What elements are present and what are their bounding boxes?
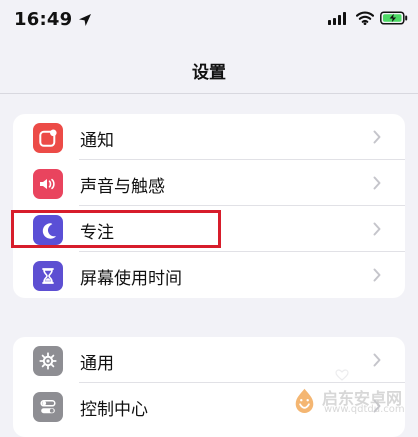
focus-highlight-box: [11, 210, 221, 248]
chevron-right-icon: [373, 130, 381, 144]
toggles-icon: [33, 392, 63, 422]
wifi-icon: [356, 11, 374, 25]
control-toggles-icon: [40, 400, 56, 414]
settings-row-label: 屏幕使用时间: [80, 269, 182, 289]
chevron-right-icon: [373, 353, 381, 367]
bell-icon: [33, 123, 63, 153]
speaker-icon: [33, 169, 63, 199]
settings-row-label: 声音与触感: [80, 177, 165, 197]
battery-icon: [380, 11, 408, 25]
settings-row-control-center[interactable]: 控制中心: [13, 383, 405, 429]
notification-badge-icon: [39, 129, 57, 147]
gear-icon: [33, 346, 63, 376]
hourglass-icon: [33, 261, 63, 291]
heart-icon: [335, 369, 349, 381]
status-icons: [328, 11, 408, 25]
settings-row-label: 通知: [80, 131, 114, 151]
chevron-right-icon: [373, 399, 381, 413]
time-group: 16:49: [14, 9, 92, 30]
settings-row-sounds-haptics[interactable]: 声音与触感: [13, 160, 405, 206]
chevron-right-icon: [373, 176, 381, 190]
settings-row-label: 通用: [80, 354, 114, 374]
hourglass-shape-icon: [42, 268, 54, 284]
status-bar: 16:49: [0, 0, 418, 40]
settings-group-secondary: 通用 控制中心: [13, 337, 405, 437]
location-icon: [79, 13, 92, 26]
chevron-right-icon: [373, 268, 381, 282]
signal-icon: [328, 12, 346, 25]
settings-row-label: 控制中心: [80, 400, 148, 420]
settings-row-screen-time[interactable]: 屏幕使用时间: [13, 252, 405, 298]
page-title: 设置: [192, 63, 226, 83]
chevron-right-icon: [373, 222, 381, 236]
settings-row-notifications[interactable]: 通知: [13, 114, 405, 160]
header-divider: [0, 93, 418, 94]
status-time: 16:49: [14, 9, 73, 30]
settings-group-primary: 通知 声音与触感 专注 屏幕使用时间: [13, 114, 405, 298]
sound-wave-icon: [40, 178, 55, 190]
gear-shape-icon: [39, 352, 57, 370]
